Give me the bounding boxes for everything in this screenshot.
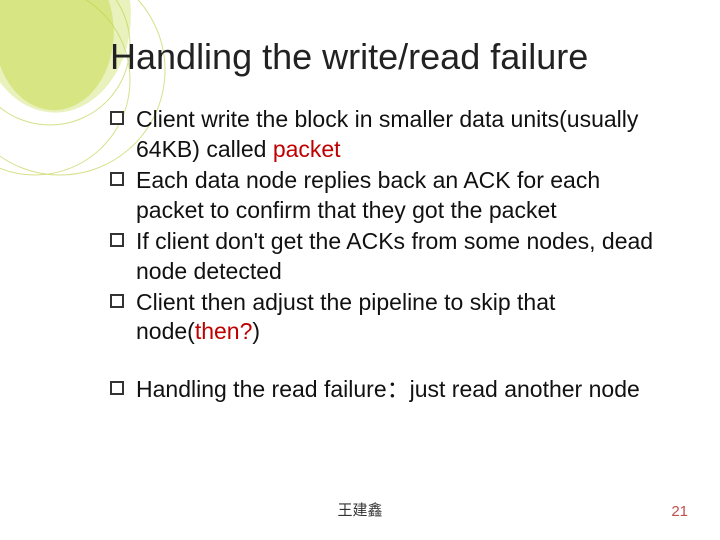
bullet-text: Each data node replies back an ACK for e… [136,167,600,222]
list-item: If client don't get the ACKs from some n… [110,227,670,286]
bullet-text: If client don't get the ACKs from some n… [136,228,653,283]
list-item: Handling the read failure：just read anot… [110,375,670,404]
square-bullet-icon [110,233,124,247]
bullet-text-post: ) [252,318,260,344]
bullet-text: Client write the block in smaller data u… [136,106,638,161]
square-bullet-icon [110,111,124,125]
list-item: Client then adjust the pipeline to skip … [110,288,670,347]
list-item: Client write the block in smaller data u… [110,105,670,164]
square-bullet-icon [110,172,124,186]
slide-title: Handling the write/read failure [110,36,670,77]
bullet-emphasis: then? [195,318,253,344]
slide-content: Handling the write/read failure Client w… [0,0,720,540]
list-item: Each data node replies back an ACK for e… [110,166,670,225]
square-bullet-icon [110,294,124,308]
square-bullet-icon [110,381,124,395]
bullet-text: Handling the read failure：just read anot… [136,376,640,402]
bullet-emphasis: packet [273,136,341,162]
bullet-list: Client write the block in smaller data u… [110,105,670,404]
